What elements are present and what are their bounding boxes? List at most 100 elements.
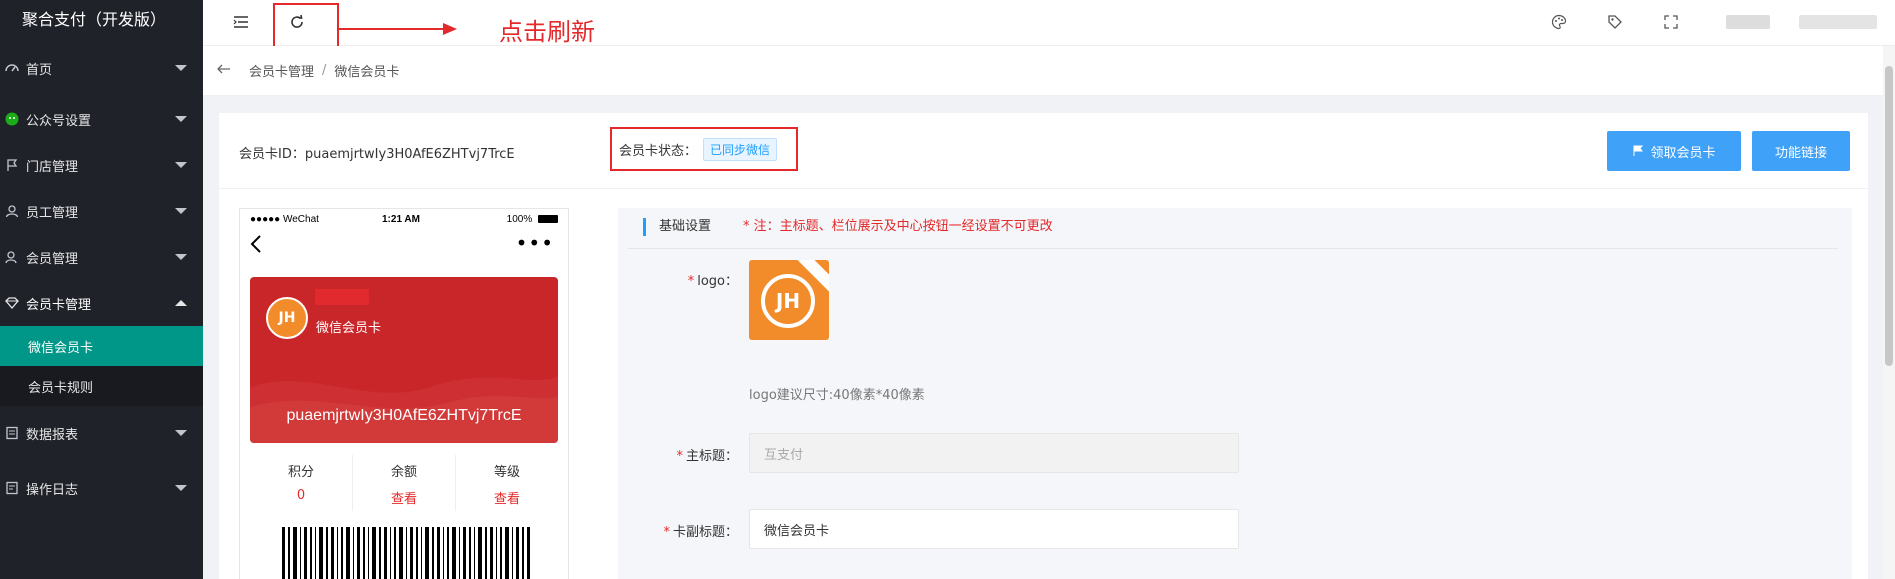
section-divider	[628, 248, 1838, 249]
annotation-text: 点击刷新	[499, 18, 595, 46]
stat-value[interactable]: 查看	[353, 488, 455, 507]
annotation-arrow	[339, 28, 445, 30]
card-stats: 积分 0 余额 查看 等级 查看	[250, 455, 558, 511]
main-title-input[interactable]	[749, 433, 1239, 473]
more-icon[interactable]: •••	[516, 231, 554, 255]
logo-image: JH	[761, 274, 815, 328]
breadcrumb-item[interactable]: 会员卡管理	[249, 61, 314, 80]
breadcrumb-separator: /	[322, 63, 327, 78]
phone-status-bar: ●●●●● WeChat 1:21 AM 100%	[240, 209, 568, 229]
card-wave-decoration	[250, 377, 558, 443]
sidebar-item-store[interactable]: 门店管理	[0, 142, 203, 188]
chevron-down-icon	[175, 254, 187, 260]
stat-value[interactable]: 查看	[456, 488, 558, 507]
breadcrumb: 会员卡管理 / 微信会员卡	[203, 46, 1883, 96]
diamond-icon	[4, 295, 20, 311]
sidebar-subitem-label: 会员卡规则	[28, 380, 94, 396]
scrollbar[interactable]	[1883, 46, 1895, 579]
required-mark: *	[676, 449, 683, 464]
stat-label: 积分	[287, 465, 314, 480]
refresh-icon[interactable]	[287, 12, 307, 32]
chevron-down-icon	[175, 430, 187, 436]
sidebar-subitem-label: 微信会员卡	[28, 340, 94, 356]
chevron-left-icon[interactable]	[250, 234, 262, 259]
user-menu[interactable]	[1799, 15, 1877, 29]
fullscreen-icon[interactable]	[1661, 12, 1681, 32]
logo-label-text: logo：	[697, 274, 738, 289]
section-title: 基础设置	[643, 218, 711, 236]
sidebar-item-home[interactable]: 首页	[0, 40, 203, 96]
function-link-button[interactable]: 功能链接	[1752, 131, 1850, 171]
card-id-value: puaemjrtwIy3H0AfE6ZHTvj7TrcE	[304, 147, 515, 162]
chevron-down-icon	[175, 162, 187, 168]
avatar[interactable]	[1726, 15, 1770, 29]
tag-icon[interactable]	[1605, 12, 1625, 32]
flag-icon	[1632, 145, 1644, 157]
sidebar-item-staff[interactable]: 员工管理	[0, 188, 203, 234]
breadcrumb-item-current: 微信会员卡	[334, 65, 400, 80]
phone-nav-bar: •••	[240, 229, 568, 263]
scrollbar-thumb[interactable]	[1885, 66, 1893, 366]
sidebar-item-label: 操作日志	[26, 482, 79, 498]
required-mark: *	[687, 274, 695, 289]
stat-points: 积分 0	[250, 455, 353, 511]
chevron-up-icon	[175, 300, 187, 306]
log-icon	[4, 480, 20, 496]
theme-palette-icon[interactable]	[1549, 12, 1569, 32]
chevron-down-icon	[175, 65, 187, 71]
battery-icon	[538, 215, 558, 224]
user-icon	[4, 203, 20, 219]
logo-upload[interactable]: JH	[749, 260, 829, 340]
basic-settings-panel: 基础设置 * 注：主标题、栏位展示及中心按钮一经设置不可更改 * logo： JH…	[618, 208, 1852, 579]
sidebar-item-members[interactable]: 会员管理	[0, 234, 203, 280]
card-code: puaemjrtwIy3H0AfE6ZHTvj7TrcE	[286, 407, 522, 424]
annotation-arrow-head	[443, 23, 457, 35]
card-logo: JH	[266, 297, 308, 339]
sidebar-subitem-wechat-card[interactable]: 微信会员卡	[0, 326, 203, 366]
menu-toggle-icon[interactable]	[231, 12, 251, 32]
sidebar-item-label: 门店管理	[26, 159, 79, 175]
card-id: 会员卡ID：puaemjrtwIy3H0AfE6ZHTvj7TrcE	[239, 143, 515, 162]
stat-value: 0	[296, 488, 306, 503]
sidebar-subitem-card-rules[interactable]: 会员卡规则	[0, 366, 203, 406]
back-arrow-icon[interactable]	[217, 63, 231, 78]
main-title-label: * 主标题：	[618, 445, 738, 464]
submenu-member-card: 微信会员卡 会员卡规则	[0, 326, 203, 406]
sidebar: 聚合支付（开发版） 首页 公众号设置 门店管理 员工管理 会员管理 会员卡管理 …	[0, 0, 203, 579]
stat-balance[interactable]: 余额 查看	[353, 455, 456, 511]
chevron-down-icon	[175, 116, 187, 122]
flag-icon	[4, 157, 20, 173]
carrier-text: ●●●●● WeChat	[250, 214, 319, 225]
stat-label: 余额	[390, 465, 417, 480]
app-title: 聚合支付（开发版）	[0, 0, 203, 40]
barcode	[282, 527, 530, 579]
member-card-panel: 会员卡ID：puaemjrtwIy3H0AfE6ZHTvj7TrcE 会员卡状态…	[219, 113, 1868, 579]
section-note: * 注：主标题、栏位展示及中心按钮一经设置不可更改	[743, 219, 1053, 234]
chevron-down-icon	[175, 208, 187, 214]
logo-hint: logo建议尺寸:40像素*40像素	[749, 388, 925, 403]
dashboard-icon	[4, 60, 20, 76]
sidebar-item-wechat-settings[interactable]: 公众号设置	[0, 96, 203, 142]
receive-card-label: 领取会员卡	[1650, 145, 1716, 161]
required-mark: *	[663, 525, 670, 540]
sidebar-item-logs[interactable]: 操作日志	[0, 460, 203, 516]
card-status-highlight: 会员卡状态： 已同步微信	[610, 127, 798, 171]
chevron-down-icon	[175, 485, 187, 491]
sidebar-item-label: 会员卡管理	[26, 297, 92, 313]
logo-label: * logo：	[618, 270, 738, 289]
sidebar-item-label: 员工管理	[26, 205, 79, 221]
sidebar-item-label: 数据报表	[26, 427, 79, 443]
sidebar-item-label: 会员管理	[26, 251, 79, 267]
main-title-label-text: 主标题：	[685, 449, 738, 464]
sub-title-input[interactable]	[749, 509, 1239, 549]
sidebar-item-reports[interactable]: 数据报表	[0, 406, 203, 460]
stat-level[interactable]: 等级 查看	[456, 455, 558, 511]
sidebar-item-member-card[interactable]: 会员卡管理	[0, 280, 203, 326]
sidebar-item-label: 首页	[26, 62, 53, 78]
battery-indicator: 100%	[507, 214, 558, 225]
card-subtitle: 微信会员卡	[316, 321, 382, 336]
receive-card-button[interactable]: 领取会员卡	[1607, 131, 1741, 171]
status-badge: 已同步微信	[703, 137, 778, 161]
users-icon	[4, 249, 20, 265]
card-title-redacted	[315, 289, 369, 305]
